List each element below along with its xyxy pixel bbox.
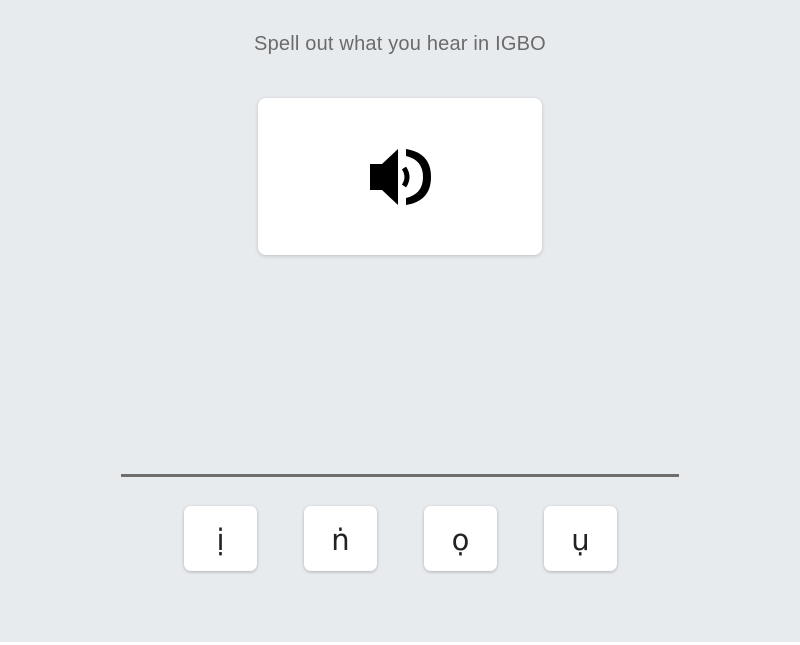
play-audio-button[interactable] — [258, 98, 542, 255]
exercise-screen: Spell out what you hear in IGBO ị ṅ ọ ụ — [0, 0, 800, 642]
char-key-i-dot[interactable]: ị — [184, 506, 257, 571]
char-key-label: ị — [216, 523, 225, 557]
char-key-n-dot[interactable]: ṅ — [304, 506, 377, 571]
instruction-text: Spell out what you hear in IGBO — [254, 33, 546, 55]
char-key-label: ụ — [571, 523, 590, 557]
char-key-u-dot[interactable]: ụ — [544, 506, 617, 571]
char-key-label: ṅ — [331, 523, 350, 557]
char-key-o-dot[interactable]: ọ — [424, 506, 497, 571]
char-key-label: ọ — [451, 523, 470, 557]
character-keypad: ị ṅ ọ ụ — [184, 506, 617, 572]
answer-input-line[interactable] — [121, 474, 679, 477]
speaker-volume-icon — [370, 148, 431, 205]
